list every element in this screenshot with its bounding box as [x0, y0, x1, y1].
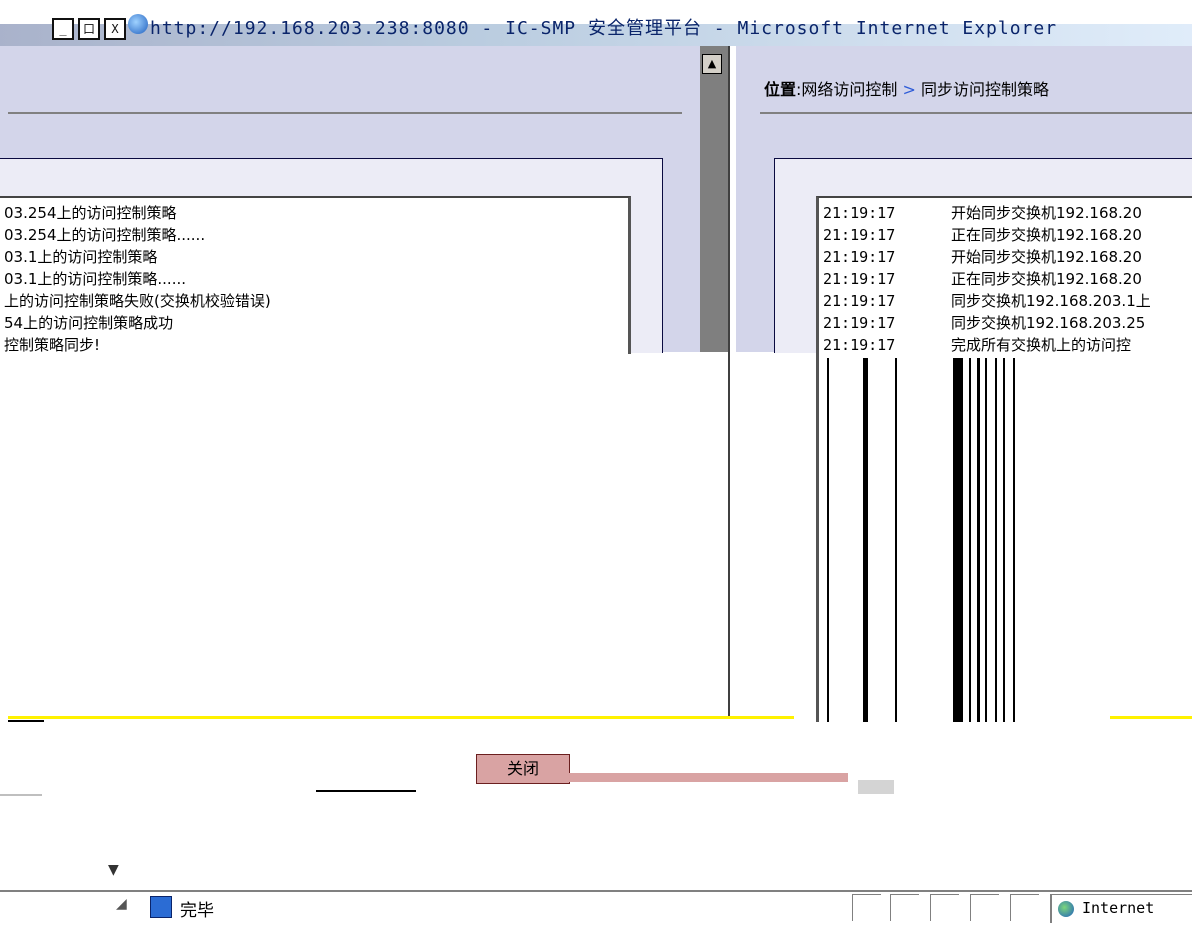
log-message: 完成所有交换机上的访问控: [951, 336, 1132, 354]
resize-grip-icon[interactable]: ◢: [116, 896, 127, 912]
divider: [316, 790, 416, 792]
status-pane: [890, 894, 919, 921]
log-message: 正在同步交换机192.168.20: [951, 270, 1142, 288]
breadcrumb-prefix: 位置: [764, 80, 797, 99]
dropdown-arrow-icon[interactable]: ▼: [108, 862, 119, 878]
log-message: 同步交换机192.168.203.25: [951, 314, 1146, 332]
security-zone[interactable]: Internet: [1050, 894, 1192, 923]
left-sync-log: 03.254上的访问控制策略 03.254上的访问控制策略...... 03.1…: [0, 196, 631, 354]
page-done-icon: [150, 896, 172, 918]
log-message: 同步交换机192.168.203.1上: [951, 292, 1151, 310]
log-time: 21:19:17: [823, 248, 896, 266]
status-pane: [930, 894, 959, 921]
log-line: 03.254上的访问控制策略......: [4, 226, 206, 244]
log-line: 54上的访问控制策略成功: [4, 314, 174, 332]
globe-icon: [1058, 901, 1074, 917]
log-row: 21:19:17 完成所有交换机上的访问控: [823, 334, 1131, 355]
log-row: 21:19:17 正在同步交换机192.168.20: [823, 224, 1142, 245]
log-line: 03.254上的访问控制策略: [4, 204, 177, 222]
right-sync-log: 21:19:17 开始同步交换机192.168.20 21:19:17 正在同步交换…: [816, 196, 1192, 722]
render-artifact: [895, 358, 897, 722]
render-artifact: [977, 358, 980, 722]
render-artifact: [953, 358, 963, 722]
log-message: 开始同步交换机192.168.20: [951, 204, 1142, 222]
log-row: 21:19:17 开始同步交换机192.168.20: [823, 202, 1142, 223]
breadcrumb-level1[interactable]: 网络访问控制: [801, 80, 897, 99]
close-window-button[interactable]: X: [104, 18, 126, 40]
breadcrumb-separator: >: [902, 80, 916, 99]
right-header-rule: [760, 112, 1192, 114]
log-line: 03.1上的访问控制策略: [4, 248, 158, 266]
button-shadow-strip: [568, 773, 848, 782]
log-row: 21:19:17 同步交换机192.168.203.25: [823, 312, 1145, 333]
log-time: 21:19:17: [823, 226, 896, 244]
left-header-rule: [8, 112, 682, 114]
log-time: 21:19:17: [823, 292, 896, 310]
log-time: 21:19:17: [823, 204, 896, 222]
close-button[interactable]: 关闭: [476, 754, 570, 784]
log-message: 正在同步交换机192.168.20: [951, 226, 1142, 244]
log-line: 03.1上的访问控制策略......: [4, 270, 187, 288]
breadcrumb: 位置:网络访问控制 > 同步访问控制策略: [764, 76, 1049, 100]
window-title: http://192.168.203.238:8080 - IC-SMP 安全管…: [150, 18, 1058, 39]
log-time: 21:19:17: [823, 336, 896, 354]
scroll-up-icon[interactable]: ▲: [702, 54, 722, 74]
log-time: 21:19:17: [823, 270, 896, 288]
log-line: 控制策略同步!: [4, 336, 101, 354]
log-message: 开始同步交换机192.168.20: [951, 248, 1142, 266]
status-pane: [1010, 894, 1039, 921]
highlight-strip: [8, 716, 794, 719]
log-line: 上的访问控制策略失败(交换机校验错误): [4, 292, 271, 310]
render-artifact: [995, 358, 997, 722]
status-pane: [852, 894, 881, 921]
status-text: 完毕: [180, 901, 214, 921]
render-artifact: [969, 358, 971, 722]
highlight-strip: [1110, 716, 1192, 719]
divider: [8, 720, 44, 722]
log-row: 21:19:17 开始同步交换机192.168.20: [823, 246, 1142, 267]
log-row: 21:19:17 正在同步交换机192.168.20: [823, 268, 1142, 289]
log-time: 21:19:17: [823, 314, 896, 332]
render-artifact: [985, 358, 987, 722]
breadcrumb-level2: 同步访问控制策略: [921, 80, 1050, 99]
left-scrollbar[interactable]: [700, 46, 728, 352]
render-artifact: [1013, 358, 1015, 722]
window-title-bar: _ 口 X http://192.168.203.238:8080 - IC-S…: [0, 0, 1192, 46]
zone-label: Internet: [1082, 899, 1155, 917]
divider: [0, 794, 42, 796]
render-artifact: [858, 780, 894, 794]
minimize-button[interactable]: _: [52, 18, 74, 40]
render-artifact: [1003, 358, 1005, 722]
maximize-button[interactable]: 口: [78, 18, 100, 40]
render-artifact: [863, 358, 868, 722]
ie-icon: [128, 14, 148, 34]
status-pane: [970, 894, 999, 921]
render-artifact: [827, 358, 829, 722]
log-row: 21:19:17 同步交换机192.168.203.1上: [823, 290, 1151, 311]
